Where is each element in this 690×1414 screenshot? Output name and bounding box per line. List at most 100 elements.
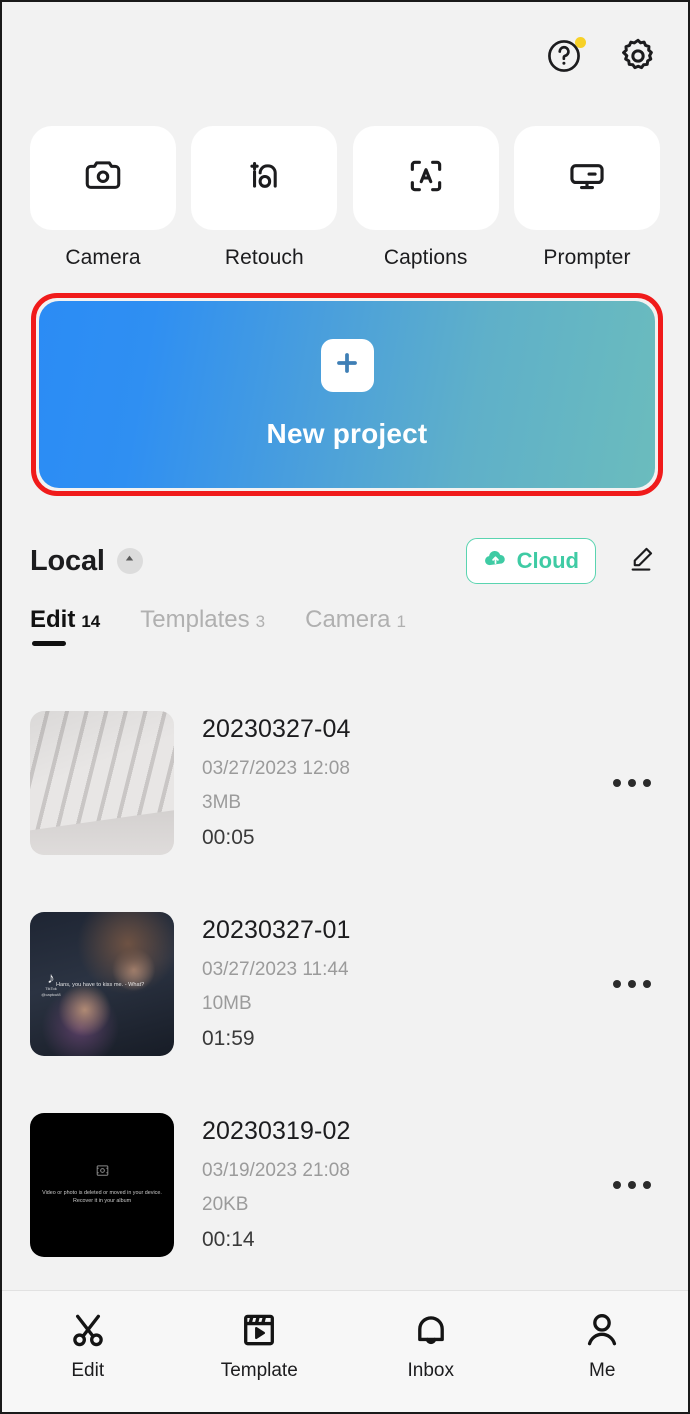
- project-size: 3MB: [202, 792, 242, 813]
- dot: [628, 1180, 636, 1189]
- quick-action-camera[interactable]: Camera: [30, 126, 176, 270]
- chevron-up-icon: [123, 552, 136, 570]
- nav-item-me-label: Me: [589, 1360, 616, 1381]
- project-list[interactable]: 20230327-04 03/27/2023 12:08 3MB 00:05 ♪…: [2, 682, 688, 1290]
- missing-media-icon: [95, 1163, 110, 1183]
- dot: [628, 979, 636, 988]
- quick-action-prompter-card[interactable]: [513, 126, 660, 230]
- app-screen: Camera Retouch Captions Prompter New pro…: [0, 0, 690, 1414]
- project-thumbnail[interactable]: ♪ TikTok @captcut8 Hans, you have to kis…: [30, 911, 174, 1056]
- help-new-badge: [575, 37, 586, 48]
- quick-actions: Camera Retouch Captions Prompter: [30, 126, 660, 270]
- quick-action-retouch-card[interactable]: [191, 126, 338, 230]
- new-project-label: New project: [266, 418, 428, 449]
- project-meta: 20230327-04 03/27/2023 12:08 3MB 00:05: [202, 715, 594, 850]
- quick-action-prompter[interactable]: Prompter: [513, 126, 660, 270]
- quick-action-retouch-label: Retouch: [224, 246, 304, 269]
- bottom-navigation: Edit Template Inbox Me: [2, 1290, 688, 1412]
- help-button[interactable]: [542, 36, 586, 80]
- auto-captions-icon: [405, 155, 447, 202]
- project-meta: 20230319-02 03/19/2023 21:08 20KB 00:14: [202, 1117, 594, 1252]
- project-date: 03/19/2023 21:08: [202, 1160, 350, 1181]
- person-icon: [581, 1307, 623, 1353]
- new-project-highlight: New project: [31, 293, 663, 496]
- project-date: 03/27/2023 12:08: [202, 758, 350, 779]
- more-horizontal-icon[interactable]: [604, 956, 660, 1012]
- gear-icon: [618, 36, 658, 81]
- quick-action-captions-card[interactable]: [352, 126, 499, 230]
- cloud-label: Cloud: [516, 548, 579, 573]
- project-thumbnail[interactable]: [30, 710, 174, 855]
- dot: [643, 979, 651, 988]
- teleprompter-icon: [566, 155, 608, 202]
- missing-media-message-line2: Recover it in your album: [72, 1198, 132, 1204]
- top-bar: [2, 2, 688, 114]
- tiktok-watermark-handle: @captcut8: [41, 992, 61, 997]
- tab-camera-count: 1: [396, 612, 406, 631]
- quick-action-camera-card[interactable]: [30, 126, 176, 230]
- project-title: 20230327-01: [202, 916, 351, 944]
- tab-templates[interactable]: Templates 3: [140, 606, 265, 646]
- edit-projects-button[interactable]: [622, 542, 660, 580]
- music-note-icon: ♪: [47, 970, 55, 988]
- dot: [643, 1180, 651, 1189]
- nav-item-inbox-label: Inbox: [407, 1360, 454, 1381]
- tab-active-underline: [32, 641, 66, 646]
- tab-camera-label: Camera: [305, 606, 391, 633]
- missing-media-message-line1: Video or photo is deleted or moved in yo…: [42, 1190, 162, 1197]
- quick-action-retouch[interactable]: Retouch: [191, 126, 338, 270]
- table-row[interactable]: 20230327-04 03/27/2023 12:08 3MB 00:05: [2, 682, 688, 883]
- nav-item-template-label: Template: [220, 1360, 298, 1381]
- tab-templates-label: Templates: [140, 606, 250, 633]
- quick-action-prompter-label: Prompter: [543, 246, 631, 269]
- cloud-upload-icon: [483, 546, 508, 576]
- table-row[interactable]: Video or photo is deleted or moved in yo…: [2, 1084, 688, 1285]
- settings-button[interactable]: [616, 36, 660, 80]
- project-tabs: Edit 14 Templates 3 Camera 1: [30, 606, 660, 656]
- tab-edit-count: 14: [81, 612, 101, 631]
- tab-edit-label: Edit: [30, 606, 76, 633]
- nav-item-template[interactable]: Template: [174, 1307, 346, 1382]
- table-row[interactable]: ♪ TikTok @captcut8 Hans, you have to kis…: [2, 883, 688, 1084]
- project-duration: 00:05: [202, 826, 255, 849]
- project-duration: 00:14: [202, 1228, 255, 1251]
- local-section-header: Local Cloud: [30, 532, 660, 590]
- nav-item-edit[interactable]: Edit: [2, 1307, 174, 1382]
- dot: [613, 979, 621, 988]
- camera-icon: [82, 155, 124, 202]
- quick-action-captions-label: Captions: [383, 246, 468, 269]
- dot: [643, 778, 651, 787]
- thumbnail-caption: Hans, you have to kiss me. - What?: [56, 981, 145, 988]
- tab-edit[interactable]: Edit 14: [30, 606, 100, 646]
- retouch-face-icon: [243, 155, 285, 202]
- project-duration: 01:59: [202, 1027, 255, 1050]
- dot: [613, 1180, 621, 1189]
- nav-item-me[interactable]: Me: [517, 1307, 689, 1382]
- project-size: 20KB: [202, 1194, 249, 1215]
- template-clapper-icon: [238, 1307, 280, 1353]
- tab-camera[interactable]: Camera 1: [305, 606, 406, 646]
- nav-item-edit-label: Edit: [71, 1360, 105, 1381]
- quick-action-captions[interactable]: Captions: [352, 126, 499, 270]
- collapse-local-button[interactable]: [116, 548, 143, 574]
- dot: [613, 778, 621, 787]
- more-horizontal-icon[interactable]: [604, 755, 660, 811]
- project-size: 10MB: [202, 993, 252, 1014]
- bell-icon: [410, 1307, 452, 1353]
- dot: [628, 778, 636, 787]
- pencil-icon: [626, 544, 656, 579]
- more-horizontal-icon[interactable]: [604, 1157, 660, 1213]
- project-thumbnail[interactable]: Video or photo is deleted or moved in yo…: [30, 1112, 174, 1257]
- local-title: Local: [30, 544, 105, 577]
- project-meta: 20230327-01 03/27/2023 11:44 10MB 01:59: [202, 916, 594, 1051]
- project-date: 03/27/2023 11:44: [202, 959, 349, 980]
- project-title: 20230327-04: [202, 715, 351, 743]
- plus-icon: [332, 348, 362, 383]
- nav-item-inbox[interactable]: Inbox: [345, 1307, 517, 1382]
- quick-action-camera-label: Camera: [65, 246, 141, 269]
- tab-templates-count: 3: [255, 612, 266, 631]
- plus-icon-box: [320, 339, 374, 392]
- new-project-button[interactable]: New project: [39, 301, 655, 488]
- cloud-button[interactable]: Cloud: [465, 538, 596, 584]
- project-title: 20230319-02: [202, 1117, 351, 1145]
